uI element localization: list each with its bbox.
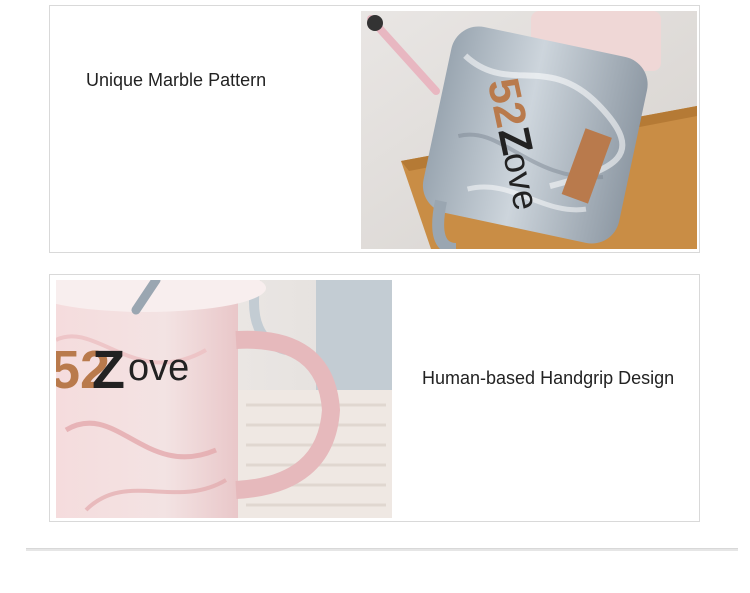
- feature-caption: Human-based Handgrip Design: [422, 368, 675, 388]
- product-photo-grey-mug: 52 Z ove: [361, 11, 697, 249]
- product-photo-pink-mug: 52 Z ove: [56, 280, 392, 518]
- section-divider: [26, 548, 738, 551]
- feature-card-marble: Unique Marble Pattern 52 Z ove: [49, 5, 700, 253]
- feature-card-handgrip: 52 Z ove Human-based Handgrip Design: [49, 274, 700, 522]
- mug-brand-z: Z: [92, 340, 125, 400]
- mug-brand-word: ove: [128, 347, 189, 389]
- mug-brand-digits: 52: [478, 74, 536, 132]
- feature-caption: Unique Marble Pattern: [86, 70, 267, 90]
